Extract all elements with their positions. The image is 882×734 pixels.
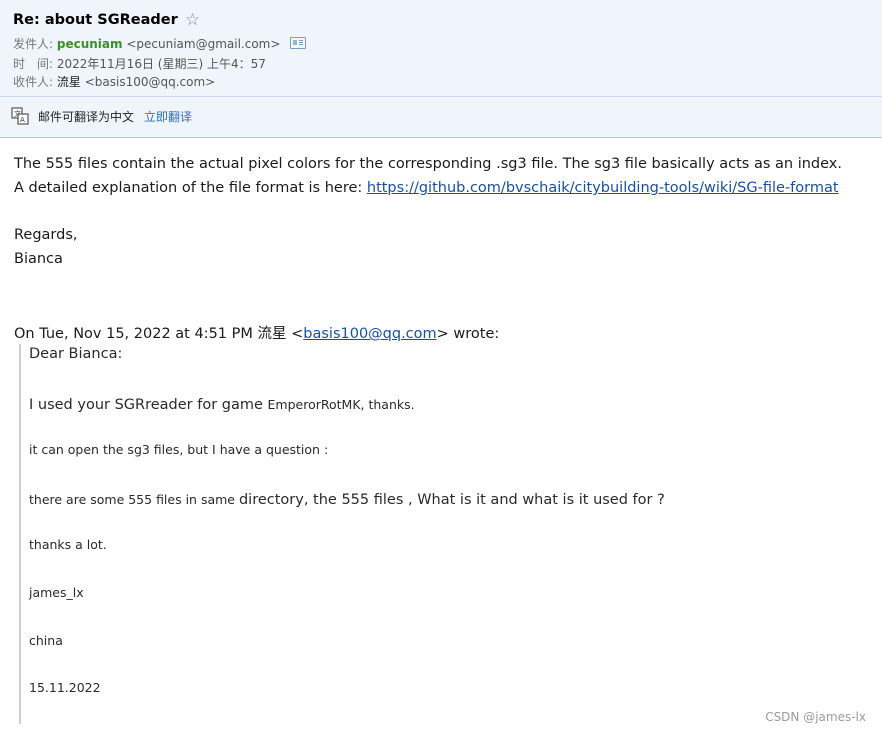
quote-line-3a: there are some 555 files in same — [29, 492, 239, 507]
star-icon[interactable]: ☆ — [185, 10, 200, 30]
translate-now-link[interactable]: 立即翻译 — [144, 108, 192, 125]
quote-line-2: it can open the sg3 files, but I have a … — [29, 442, 329, 457]
quote-intro-prefix: On Tue, Nov 15, 2022 at 4:51 PM 流星 < — [14, 326, 304, 342]
quote-intro: On Tue, Nov 15, 2022 at 4:51 PM 流星 <basi… — [14, 322, 499, 343]
quote-line-4: thanks a lot. — [29, 537, 107, 552]
sender-email: <pecuniam@gmail.com> — [126, 37, 281, 51]
translate-bar: 文 A 邮件可翻译为中文 立即翻译 — [0, 97, 882, 138]
signature-text: Bianca — [14, 251, 63, 267]
subject-text: Re: about SGReader — [13, 12, 178, 28]
sender-name[interactable]: pecuniam — [57, 37, 123, 51]
from-row: 发件人: pecuniam <pecuniam@gmail.com> — [13, 35, 307, 52]
body-line-1: The 555 files contain the actual pixel c… — [14, 156, 842, 172]
quote-line-7: 15.11.2022 — [29, 680, 101, 695]
quote-line-3: there are some 555 files in same directo… — [29, 489, 665, 508]
regards-text: Regards, — [14, 227, 78, 243]
from-label: 发件人: — [13, 37, 54, 51]
body-line-2-text: A detailed explanation of the file forma… — [14, 180, 367, 196]
file-format-link[interactable]: https://github.com/bvschaik/citybuilding… — [367, 180, 839, 196]
contact-card-icon[interactable] — [290, 37, 307, 49]
translate-prompt: 邮件可翻译为中文 — [38, 110, 135, 124]
quote-line-3b: directory, the 555 files , What is it an… — [238, 492, 665, 508]
email-header: Re: about SGReader ☆ 发件人: pecuniam <pecu… — [0, 0, 882, 97]
recipient-email: <basis100@qq.com> — [84, 75, 216, 89]
to-row: 收件人: 流星 <basis100@qq.com> — [13, 73, 215, 90]
time-label: 时 间: — [13, 57, 54, 71]
quote-line-1: I used your SGRreader for game EmperorRo… — [29, 394, 415, 413]
svg-text:A: A — [20, 116, 25, 124]
quote-email-link[interactable]: basis100@qq.com — [303, 326, 436, 342]
quote-bar — [19, 344, 21, 724]
quote-greeting: Dear Bianca: — [29, 346, 123, 362]
quote-line-5: james_lx — [29, 585, 84, 600]
time-value: 2022年11月16日 (星期三) 上午4：57 — [56, 57, 266, 71]
quote-line-6: china — [29, 633, 63, 648]
body-line-2: A detailed explanation of the file forma… — [14, 180, 839, 196]
to-label: 收件人: — [13, 75, 54, 89]
watermark: CSDN @james-lx — [765, 710, 866, 724]
recipient-name[interactable]: 流星 — [57, 75, 81, 89]
translate-icon: 文 A — [11, 107, 29, 125]
email-subject: Re: about SGReader ☆ — [13, 9, 200, 30]
quote-line-1b: EmperorRotMK, thanks. — [267, 397, 415, 412]
quote-intro-suffix: > wrote: — [436, 326, 500, 342]
quote-line-1a: I used your SGRreader for game — [29, 397, 268, 413]
time-row: 时 间: 2022年11月16日 (星期三) 上午4：57 — [13, 55, 266, 72]
